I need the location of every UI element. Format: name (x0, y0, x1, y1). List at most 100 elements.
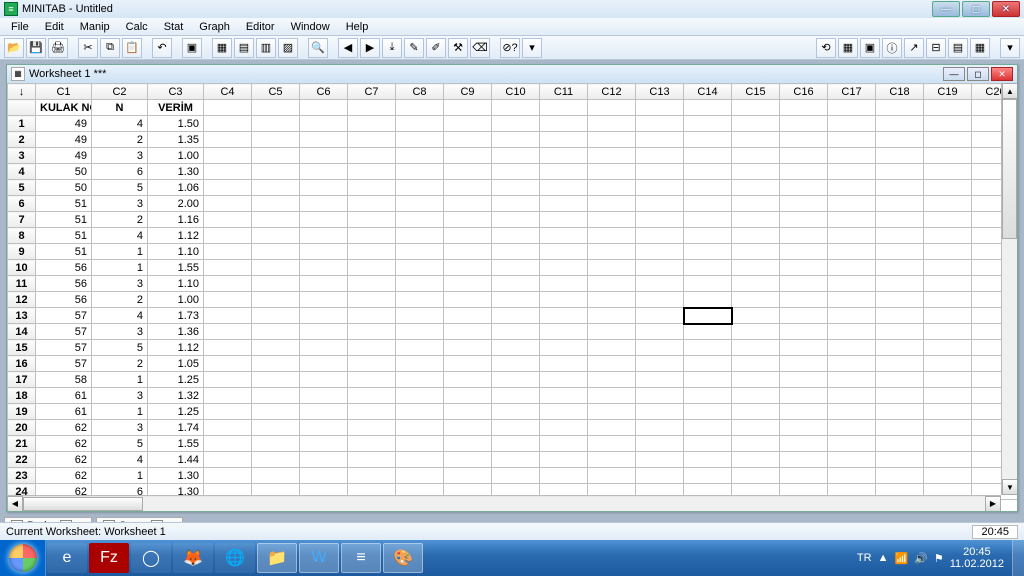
cell[interactable] (492, 212, 540, 228)
cell[interactable] (924, 308, 972, 324)
cell[interactable] (924, 276, 972, 292)
h-thumb[interactable] (23, 497, 143, 511)
cell[interactable] (732, 116, 780, 132)
cell[interactable] (780, 116, 828, 132)
tray-flag-icon[interactable]: ▲ (878, 552, 889, 564)
cell[interactable] (684, 372, 732, 388)
cell[interactable] (828, 404, 876, 420)
cut-icon[interactable]: ✂ (78, 38, 98, 58)
cell[interactable] (204, 132, 252, 148)
cell[interactable] (492, 468, 540, 484)
taskbar-explorer-icon[interactable]: 📁 (257, 543, 297, 573)
cell[interactable] (204, 260, 252, 276)
cell[interactable] (204, 164, 252, 180)
cell[interactable]: 58 (36, 372, 92, 388)
cell[interactable] (492, 260, 540, 276)
worksheet-icon[interactable]: ▦ (212, 38, 232, 58)
cell[interactable]: 62 (36, 452, 92, 468)
close-graph-icon[interactable]: ⊟ (926, 38, 946, 58)
options-icon[interactable]: ⓘ (882, 38, 902, 58)
cell[interactable] (492, 436, 540, 452)
cell[interactable] (828, 388, 876, 404)
cell[interactable] (828, 308, 876, 324)
cell[interactable] (492, 164, 540, 180)
row-header[interactable]: 13 (8, 308, 36, 324)
cell[interactable] (444, 292, 492, 308)
col-header[interactable]: C6 (300, 84, 348, 100)
menu-manip[interactable]: Manip (73, 20, 117, 34)
col-name-cell[interactable] (828, 100, 876, 116)
cell[interactable] (684, 212, 732, 228)
cell[interactable] (732, 436, 780, 452)
cell[interactable] (876, 180, 924, 196)
cell[interactable] (588, 468, 636, 484)
cell[interactable] (492, 244, 540, 260)
cell[interactable] (636, 276, 684, 292)
cell[interactable] (540, 404, 588, 420)
cell[interactable] (924, 404, 972, 420)
prev-icon[interactable]: ◀ (338, 38, 358, 58)
cell[interactable] (444, 180, 492, 196)
cell[interactable] (588, 212, 636, 228)
cell[interactable] (396, 308, 444, 324)
cell[interactable] (492, 228, 540, 244)
cell[interactable] (492, 116, 540, 132)
cell[interactable] (540, 468, 588, 484)
col-header[interactable]: C2 (92, 84, 148, 100)
cell[interactable] (252, 420, 300, 436)
row-header[interactable]: 22 (8, 452, 36, 468)
cell[interactable] (204, 212, 252, 228)
next-icon[interactable]: ▶ (360, 38, 380, 58)
row-header[interactable]: 6 (8, 196, 36, 212)
cell[interactable] (300, 116, 348, 132)
cell[interactable]: 51 (36, 212, 92, 228)
cell[interactable] (204, 404, 252, 420)
cell[interactable] (396, 276, 444, 292)
cell[interactable] (396, 420, 444, 436)
tray-clock[interactable]: 20:45 11.02.2012 (950, 546, 1004, 570)
cell[interactable] (300, 212, 348, 228)
cell[interactable]: 2 (92, 132, 148, 148)
scroll-down-icon[interactable]: ▼ (1002, 479, 1017, 495)
row-header[interactable]: 23 (8, 468, 36, 484)
col-header[interactable]: C1 (36, 84, 92, 100)
cell[interactable]: 57 (36, 308, 92, 324)
minimize-button[interactable]: — (932, 1, 960, 17)
manage-graphs-icon[interactable]: ⟲ (816, 38, 836, 58)
menu-window[interactable]: Window (284, 20, 337, 34)
cell[interactable] (252, 228, 300, 244)
cell[interactable] (876, 228, 924, 244)
cell[interactable] (636, 340, 684, 356)
cell[interactable] (252, 244, 300, 260)
cell[interactable]: 4 (92, 308, 148, 324)
cell[interactable] (204, 196, 252, 212)
cell[interactable] (204, 324, 252, 340)
cell[interactable] (348, 148, 396, 164)
cell[interactable]: 1 (92, 468, 148, 484)
cell[interactable] (396, 356, 444, 372)
menu-graph[interactable]: Graph (192, 20, 237, 34)
cell[interactable]: 49 (36, 132, 92, 148)
cell[interactable] (684, 404, 732, 420)
cell[interactable] (300, 356, 348, 372)
cell[interactable] (780, 420, 828, 436)
col-header[interactable]: C9 (444, 84, 492, 100)
open-icon[interactable]: 📂 (4, 38, 24, 58)
cell[interactable] (252, 452, 300, 468)
tray-action-icon[interactable]: ⚑ (934, 552, 944, 565)
cell[interactable] (204, 468, 252, 484)
cell[interactable] (348, 452, 396, 468)
cell[interactable] (588, 388, 636, 404)
cell[interactable]: 1.30 (148, 468, 204, 484)
cell[interactable] (540, 388, 588, 404)
cell[interactable] (780, 228, 828, 244)
cell[interactable] (636, 436, 684, 452)
taskbar-paint-icon[interactable]: 🎨 (383, 543, 423, 573)
cell[interactable] (684, 308, 732, 324)
cell[interactable] (540, 116, 588, 132)
tray-volume-icon[interactable]: 🔊 (914, 552, 928, 565)
cell[interactable]: 4 (92, 452, 148, 468)
cell[interactable] (492, 404, 540, 420)
cell[interactable] (300, 388, 348, 404)
cell[interactable] (204, 308, 252, 324)
